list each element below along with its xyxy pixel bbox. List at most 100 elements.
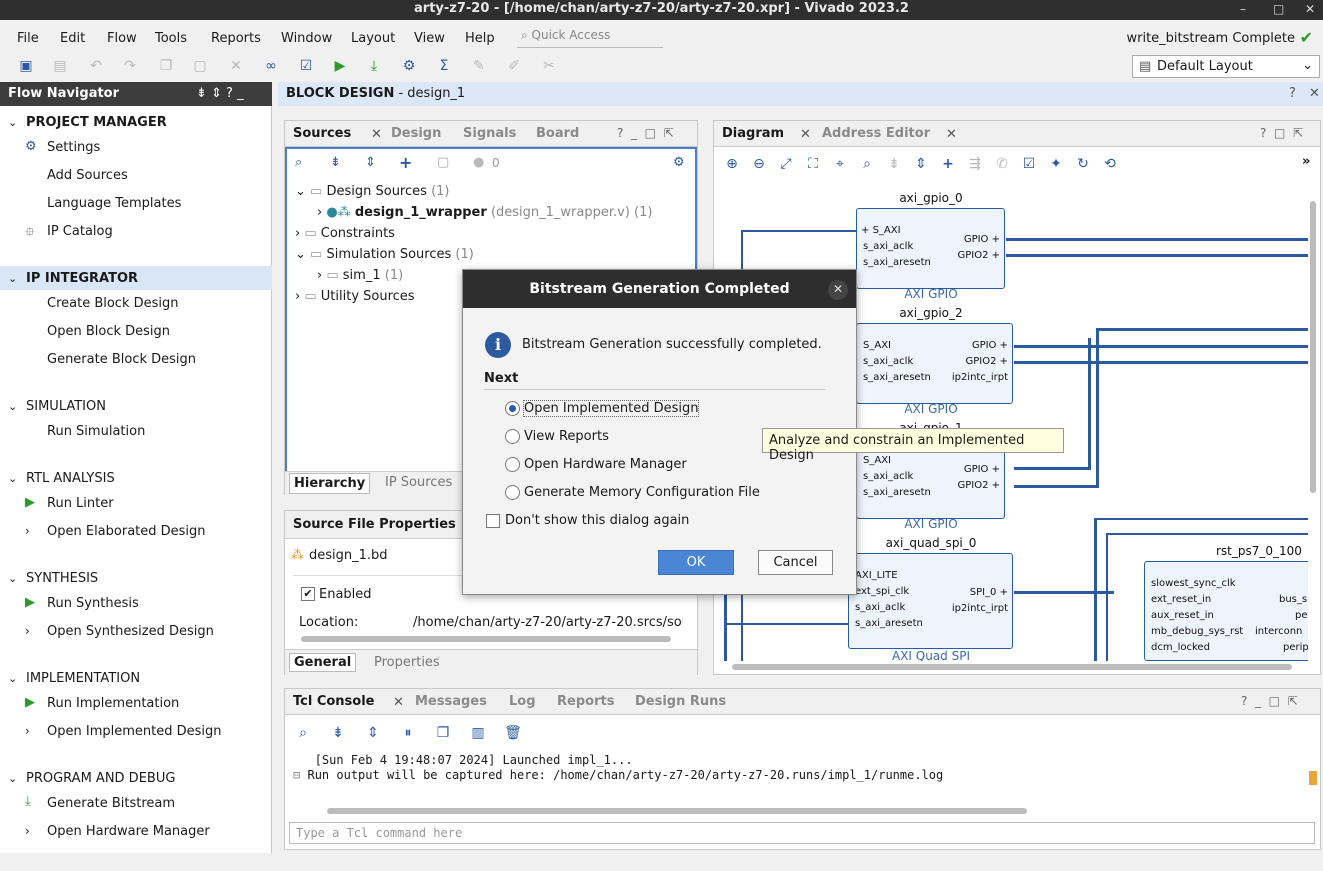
- nav-open-block-design[interactable]: Open Block Design: [47, 324, 170, 339]
- vertical-scrollbar[interactable]: [1306, 183, 1320, 661]
- tab-tcl-console[interactable]: Tcl Console: [293, 694, 375, 709]
- tab-hierarchy[interactable]: Hierarchy: [289, 473, 371, 494]
- option-view-reports[interactable]: View Reports: [524, 429, 609, 444]
- tab-board[interactable]: Board: [536, 126, 579, 141]
- nav-open-synthesized-design[interactable]: Open Synthesized Design: [47, 624, 214, 639]
- nav-run-synthesis[interactable]: Run Synthesis: [47, 596, 139, 611]
- radio-generate-memory-config[interactable]: [505, 485, 520, 500]
- chevron-right-icon[interactable]: ›: [25, 724, 30, 738]
- dont-show-checkbox[interactable]: [486, 514, 500, 528]
- refresh-icon[interactable]: ↻: [1073, 154, 1093, 174]
- panel-controls-icon[interactable]: ? _ □ ⇱: [1241, 694, 1298, 708]
- nav-settings[interactable]: Settings: [47, 140, 100, 155]
- cut-icon[interactable]: ✂: [539, 56, 559, 76]
- ip-block-rst-ps7[interactable]: slowest_sync_clk ext_reset_in aux_reset_…: [1144, 561, 1308, 661]
- gear-icon[interactable]: ⚙: [399, 56, 419, 76]
- nav-open-elaborated-design[interactable]: Open Elaborated Design: [47, 524, 206, 539]
- wrench-icon[interactable]: ✆: [992, 154, 1012, 174]
- section-program-and-debug[interactable]: PROGRAM AND DEBUG: [26, 771, 175, 786]
- marker-icon[interactable]: ✎: [469, 56, 489, 76]
- nav-generate-bitstream[interactable]: Generate Bitstream: [47, 796, 175, 811]
- gear-icon[interactable]: ⚙: [673, 155, 685, 170]
- menu-edit[interactable]: Edit: [60, 31, 85, 46]
- radio-view-reports[interactable]: [505, 429, 520, 444]
- search-icon[interactable]: ⌕: [295, 155, 302, 170]
- ip-block-axi-quad-spi-0[interactable]: AXI_LITE ext_spi_clk s_axi_aclk s_axi_ar…: [848, 553, 1013, 649]
- panel-controls-icon[interactable]: ? _ □ ⇱: [617, 126, 674, 140]
- ok-button[interactable]: OK: [658, 550, 734, 575]
- option-open-implemented-design[interactable]: Open Implemented Design: [522, 400, 700, 417]
- nav-add-sources[interactable]: Add Sources: [47, 168, 128, 183]
- section-simulation[interactable]: SIMULATION: [26, 399, 106, 414]
- tree-sim-1[interactable]: › ▭ sim_1 (1): [317, 268, 403, 283]
- search-icon[interactable]: ⌕: [857, 154, 877, 174]
- sigma-icon[interactable]: Σ: [434, 56, 454, 76]
- menu-help[interactable]: Help: [465, 31, 495, 46]
- nav-language-templates[interactable]: Language Templates: [47, 196, 181, 211]
- tab-design[interactable]: Design: [391, 126, 441, 141]
- section-synthesis[interactable]: SYNTHESIS: [26, 571, 98, 586]
- tab-reports[interactable]: Reports: [557, 694, 614, 709]
- nav-generate-block-design[interactable]: Generate Block Design: [47, 352, 196, 367]
- scrollbar-thumb[interactable]: [732, 664, 1292, 670]
- validate-icon[interactable]: ☑: [1019, 154, 1039, 174]
- menu-reports[interactable]: Reports: [211, 31, 261, 46]
- horizontal-scrollbar[interactable]: [716, 661, 1306, 673]
- menu-file[interactable]: File: [17, 31, 39, 46]
- add-icon[interactable]: +: [399, 153, 412, 172]
- nav-run-implementation[interactable]: Run Implementation: [47, 696, 179, 711]
- table-icon[interactable]: ▥: [468, 723, 488, 743]
- tree-constraints[interactable]: › ▭ Constraints: [295, 226, 395, 241]
- close-window-button[interactable]: ✕: [1305, 0, 1315, 18]
- tab-sources[interactable]: Sources: [293, 126, 351, 141]
- close-icon[interactable]: ✕: [946, 127, 957, 142]
- vertical-scrollbar[interactable]: [1305, 755, 1319, 803]
- nav-run-simulation[interactable]: Run Simulation: [47, 424, 145, 439]
- copy-icon[interactable]: ❐: [156, 56, 176, 76]
- paste-icon[interactable]: ▢: [190, 56, 210, 76]
- section-rtl-analysis[interactable]: RTL ANALYSIS: [26, 471, 115, 486]
- chevron-down-icon[interactable]: ⌄: [8, 772, 17, 785]
- section-project-manager[interactable]: PROJECT MANAGER: [26, 115, 167, 130]
- ip-block-axi-gpio-2[interactable]: S_AXI s_axi_aclk s_axi_aresetn GPIO + GP…: [856, 323, 1013, 404]
- tree-design-sources[interactable]: ⌄ ▭ Design Sources (1): [295, 184, 449, 199]
- close-icon[interactable]: ✕: [800, 127, 811, 142]
- chevron-down-icon[interactable]: ⌄: [8, 472, 17, 485]
- undo-icon[interactable]: ↶: [86, 56, 106, 76]
- tab-address-editor[interactable]: Address Editor: [822, 126, 930, 141]
- scrollbar-thumb[interactable]: [1310, 201, 1316, 493]
- close-icon[interactable]: ✕: [828, 280, 848, 300]
- radio-open-implemented-design[interactable]: [505, 401, 520, 416]
- trash-icon[interactable]: 🗑: [503, 723, 523, 743]
- add-ip-icon[interactable]: +: [938, 154, 958, 174]
- run-icon[interactable]: ▶: [330, 56, 350, 76]
- panel-controls-icon[interactable]: ? □ ⇱: [1260, 126, 1303, 140]
- nav-run-linter[interactable]: Run Linter: [47, 496, 114, 511]
- chevron-down-icon[interactable]: ⌄: [8, 672, 17, 685]
- tab-design-runs[interactable]: Design Runs: [635, 694, 726, 709]
- close-icon[interactable]: ✕: [371, 127, 382, 142]
- cancel-button[interactable]: Cancel: [758, 550, 833, 575]
- pen-icon[interactable]: ✐: [504, 56, 524, 76]
- tree-utility-sources[interactable]: › ▭ Utility Sources: [295, 289, 415, 304]
- option-generate-memory-config[interactable]: Generate Memory Configuration File: [524, 485, 760, 500]
- layout-select[interactable]: ▤ Default Layout ⌄: [1132, 55, 1320, 78]
- tab-diagram[interactable]: Diagram: [722, 126, 784, 141]
- expand-all-icon[interactable]: ⇕: [363, 723, 383, 743]
- menu-layout[interactable]: Layout: [351, 31, 395, 46]
- fold-icon[interactable]: ⊟: [293, 768, 300, 782]
- nav-create-block-design[interactable]: Create Block Design: [47, 296, 179, 311]
- expand-all-icon[interactable]: ⇕: [365, 155, 376, 170]
- close-icon[interactable]: ✕: [393, 695, 404, 710]
- target-icon[interactable]: ⌖: [830, 154, 850, 174]
- collapse-all-icon[interactable]: ⇟: [330, 155, 341, 170]
- expand-all-icon[interactable]: ⇕: [911, 154, 931, 174]
- help-icon[interactable]: ?: [1289, 86, 1296, 101]
- binoculars-icon[interactable]: ∞: [261, 56, 281, 76]
- scrollbar-thumb[interactable]: [327, 808, 1027, 814]
- option-open-hardware-manager[interactable]: Open Hardware Manager: [524, 457, 687, 472]
- zoom-in-icon[interactable]: ⊕: [722, 154, 742, 174]
- menu-tools[interactable]: Tools: [155, 31, 187, 46]
- maximize-button[interactable]: □: [1273, 0, 1284, 18]
- nav-open-implemented-design[interactable]: Open Implemented Design: [47, 724, 221, 739]
